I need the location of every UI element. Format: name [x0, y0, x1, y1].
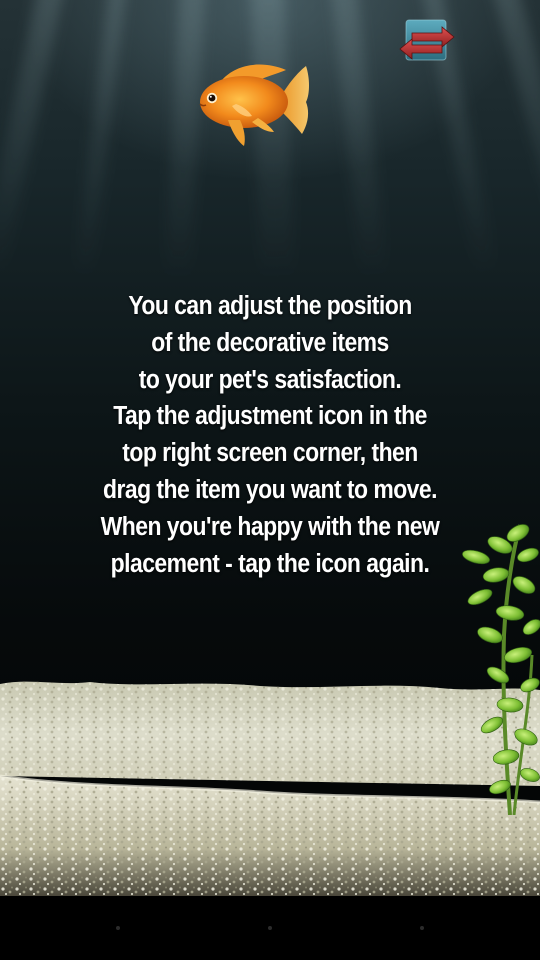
- instructions-line: drag the item you want to move.: [103, 475, 437, 504]
- swap-arrows-icon: [399, 19, 455, 61]
- instructions-text: You can adjust the position of the decor…: [63, 288, 477, 582]
- goldfish-icon: [199, 64, 309, 146]
- instructions-line: top right screen corner, then: [122, 439, 418, 468]
- light-ray: [330, 0, 388, 280]
- instructions-line: to your pet's satisfaction.: [138, 365, 402, 394]
- instructions-line: When you're happy with the new: [100, 512, 440, 541]
- home-dot-icon[interactable]: [268, 926, 272, 930]
- recents-dot-icon[interactable]: [420, 926, 424, 930]
- light-ray: [73, 0, 128, 279]
- instructions-line: Tap the adjustment icon in the: [113, 402, 427, 431]
- system-nav-bar: [0, 896, 540, 960]
- back-dot-icon[interactable]: [116, 926, 120, 930]
- goldfish[interactable]: [192, 58, 314, 150]
- aquatic-plant[interactable]: [440, 515, 540, 815]
- light-ray: [490, 0, 540, 274]
- aquarium-scene: You can adjust the position of the decor…: [0, 0, 540, 896]
- instructions-line: of the decorative items: [151, 328, 389, 357]
- instructions-line: You can adjust the position: [128, 292, 412, 320]
- adjust-decorations-button[interactable]: [398, 18, 456, 66]
- instructions-line: placement - tap the icon again.: [110, 549, 430, 578]
- light-ray: [0, 0, 66, 277]
